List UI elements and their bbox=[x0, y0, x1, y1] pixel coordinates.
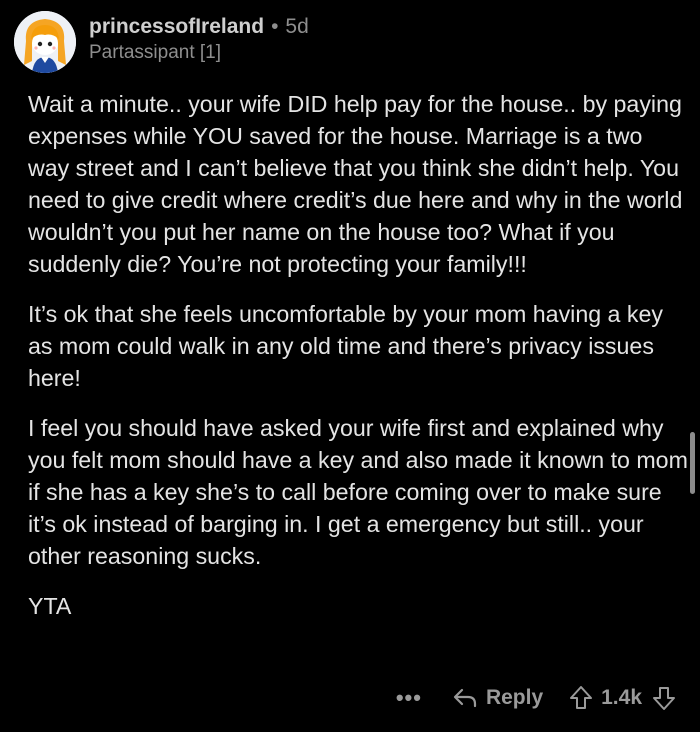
meta-top-row: princessofIreland • 5d bbox=[89, 14, 309, 40]
scrollbar-thumb[interactable] bbox=[690, 432, 695, 494]
comment-actions: ••• Reply 1.4k bbox=[396, 678, 676, 718]
reply-label: Reply bbox=[485, 686, 544, 709]
avatar-image bbox=[14, 11, 76, 73]
upvote-arrow-icon[interactable] bbox=[569, 685, 593, 711]
reply-arrow-icon bbox=[453, 688, 477, 708]
username[interactable]: princessofIreland bbox=[89, 14, 264, 40]
user-flair: Partassipant [1] bbox=[89, 42, 222, 63]
comment-body: Wait a minute.. your wife DID help pay f… bbox=[28, 88, 688, 640]
comment: princessofIreland • 5d Partassipant [1] … bbox=[0, 0, 700, 732]
meta-separator: • bbox=[271, 15, 279, 38]
comment-header: princessofIreland • 5d Partassipant [1] bbox=[14, 10, 309, 74]
avatar[interactable] bbox=[14, 11, 76, 73]
downvote-arrow-icon[interactable] bbox=[652, 685, 676, 711]
reply-button[interactable]: Reply bbox=[452, 686, 543, 710]
comment-paragraph-1: Wait a minute.. your wife DID help pay f… bbox=[28, 91, 683, 277]
vote-score: 1.4k bbox=[601, 686, 642, 709]
comment-paragraph-4: YTA bbox=[28, 593, 72, 619]
comment-age: 5d bbox=[285, 15, 309, 38]
more-options-icon[interactable]: ••• bbox=[396, 685, 422, 711]
vote-controls: 1.4k bbox=[569, 685, 676, 711]
comment-paragraph-3: I feel you should have asked your wife f… bbox=[28, 415, 688, 569]
comment-paragraph-2: It’s ok that she feels uncomfortable by … bbox=[28, 301, 663, 391]
comment-meta: princessofIreland • 5d Partassipant [1] bbox=[89, 14, 309, 66]
